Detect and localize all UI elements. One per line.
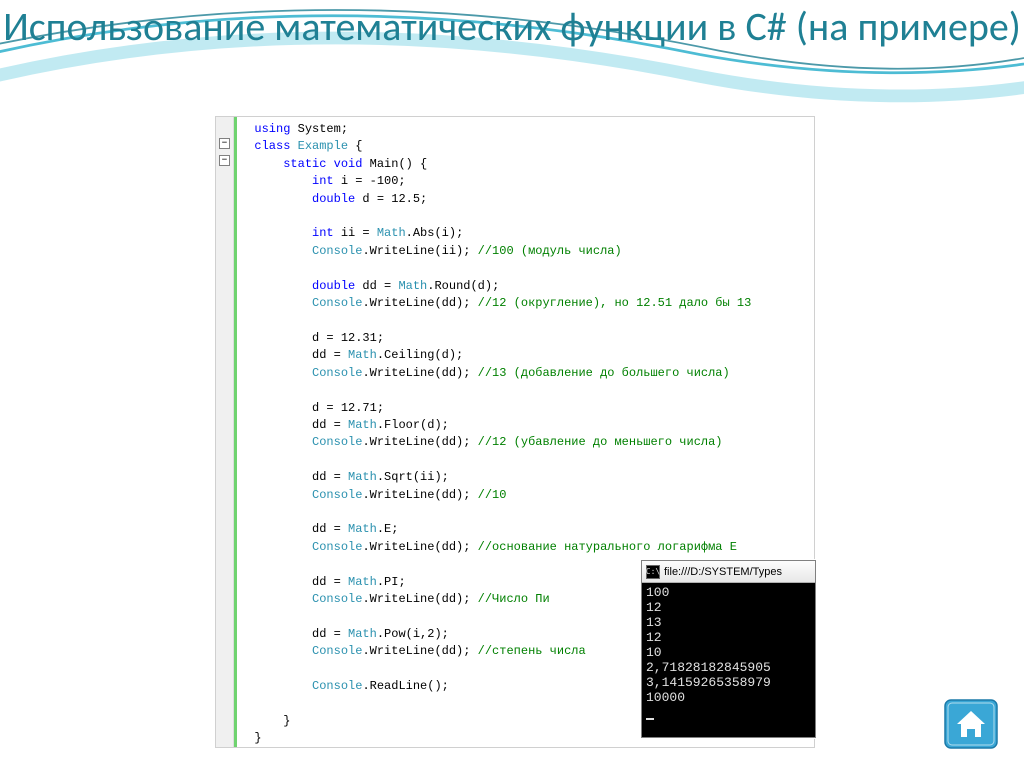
code-line: dd = Math.Ceiling(d); — [240, 347, 751, 364]
code-line: Console.WriteLine(dd); //10 — [240, 487, 751, 504]
code-line — [240, 260, 751, 277]
cmd-icon: C:\ — [646, 565, 660, 579]
home-button[interactable] — [944, 699, 998, 749]
code-line: int i = -100; — [240, 173, 751, 190]
code-line — [240, 208, 751, 225]
code-line — [240, 452, 751, 469]
console-cursor — [646, 705, 811, 720]
code-change-bar — [234, 117, 237, 747]
code-line: double d = 12.5; — [240, 191, 751, 208]
console-line: 10000 — [646, 690, 811, 705]
fold-button[interactable]: − — [219, 138, 230, 149]
code-line: class Example { — [240, 138, 751, 155]
code-line — [240, 312, 751, 329]
slide-title: Использование математических функции в C… — [0, 0, 1024, 50]
console-line: 13 — [646, 615, 811, 630]
code-line: Console.WriteLine(dd); //12 (убавление д… — [240, 434, 751, 451]
console-title-text: file:///D:/SYSTEM/Types — [664, 566, 782, 578]
code-line — [240, 504, 751, 521]
console-output-window: C:\ file:///D:/SYSTEM/Types 100121312102… — [641, 560, 816, 738]
code-line: Console.WriteLine(ii); //100 (модуль чис… — [240, 243, 751, 260]
code-line — [240, 382, 751, 399]
code-line: d = 12.31; — [240, 330, 751, 347]
code-line: dd = Math.E; — [240, 521, 751, 538]
code-line: dd = Math.Sqrt(ii); — [240, 469, 751, 486]
code-line: dd = Math.Floor(d); — [240, 417, 751, 434]
console-line: 12 — [646, 630, 811, 645]
console-line: 3,14159265358979 — [646, 675, 811, 690]
code-line: static void Main() { — [240, 156, 751, 173]
console-titlebar: C:\ file:///D:/SYSTEM/Types — [642, 561, 815, 583]
code-line: using System; — [240, 121, 751, 138]
code-line: double dd = Math.Round(d); — [240, 278, 751, 295]
code-line: Console.WriteLine(dd); //основание натур… — [240, 539, 751, 556]
code-line: Console.WriteLine(dd); //13 (добавление … — [240, 365, 751, 382]
console-line: 12 — [646, 600, 811, 615]
code-line: d = 12.71; — [240, 400, 751, 417]
console-line: 10 — [646, 645, 811, 660]
console-line: 100 — [646, 585, 811, 600]
console-body: 100121312102,718281828459053,14159265358… — [642, 583, 815, 737]
code-gutter: − − — [216, 117, 234, 747]
code-line: Console.WriteLine(dd); //12 (округление)… — [240, 295, 751, 312]
code-line: int ii = Math.Abs(i); — [240, 225, 751, 242]
console-line: 2,71828182845905 — [646, 660, 811, 675]
fold-button[interactable]: − — [219, 155, 230, 166]
